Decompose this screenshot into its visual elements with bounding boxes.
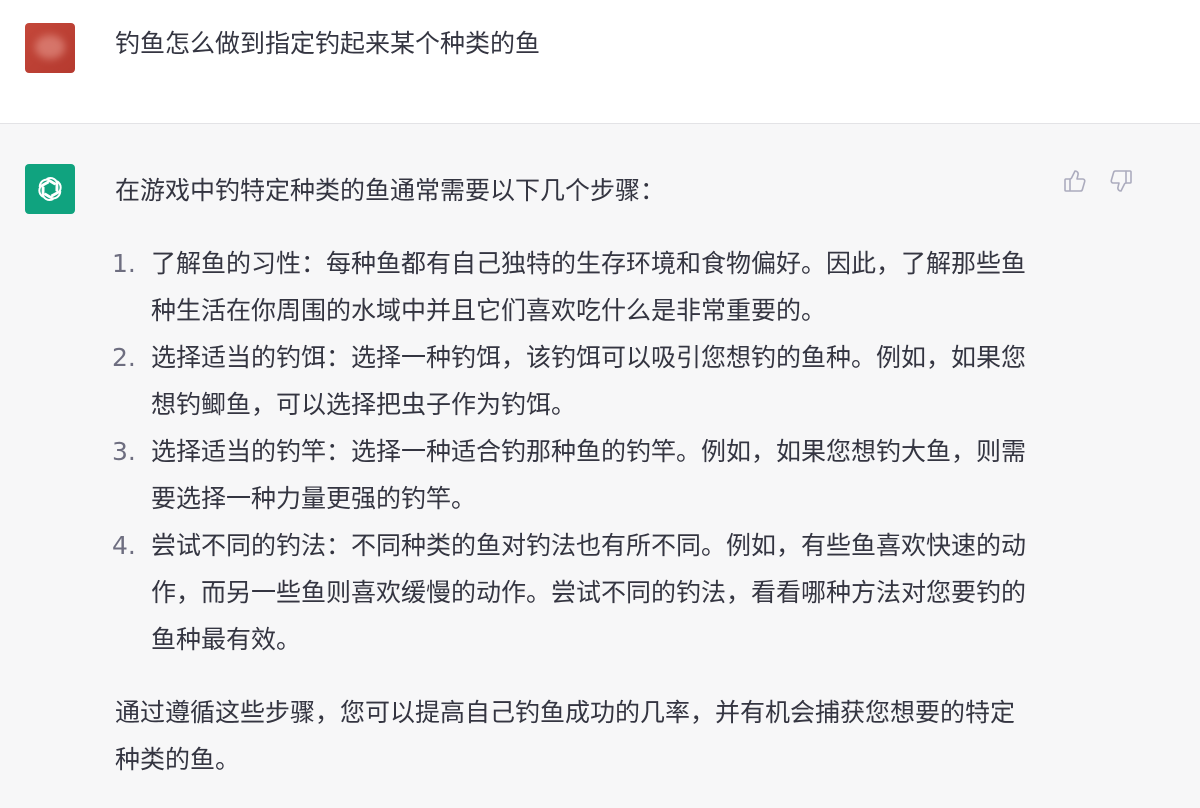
user-message-text: 钓鱼怎么做到指定钓起来某个种类的鱼 [115, 29, 541, 58]
list-item: 1. 了解鱼的习性：每种鱼都有自己独特的生存环境和食物偏好。因此，了解那些鱼种生… [112, 240, 1035, 334]
steps-list: 1. 了解鱼的习性：每种鱼都有自己独特的生存环境和食物偏好。因此，了解那些鱼种生… [112, 240, 1035, 663]
thumbs-down-icon [1110, 170, 1132, 192]
assistant-intro: 在游戏中钓特定种类的鱼通常需要以下几个步骤： [115, 176, 666, 205]
list-item: 2. 选择适当的钓饵：选择一种钓饵，该钓饵可以吸引您想钓的鱼种。例如，如果您想钓… [112, 334, 1035, 428]
user-message-row: 钓鱼怎么做到指定钓起来某个种类的鱼 [0, 0, 1200, 124]
list-item: 3. 选择适当的钓竿：选择一种适合钓那种鱼的钓竿。例如，如果您想钓大鱼，则需要选… [112, 428, 1035, 522]
list-item-text: 选择适当的钓竿：选择一种适合钓那种鱼的钓竿。例如，如果您想钓大鱼，则需要选择一种… [151, 437, 1027, 513]
assistant-message-row: 在游戏中钓特定种类的鱼通常需要以下几个步骤： 1. 了解鱼的习性：每种鱼都有自己… [0, 124, 1200, 808]
list-item-number: 2. [112, 343, 136, 372]
thumbs-up-button[interactable] [1062, 168, 1088, 194]
list-item: 4. 尝试不同的钓法：不同种类的鱼对钓法也有所不同。例如，有些鱼喜欢快速的动作，… [112, 522, 1035, 663]
thumbs-down-button[interactable] [1108, 168, 1134, 194]
list-item-number: 1. [112, 249, 136, 278]
user-avatar [25, 23, 75, 73]
openai-logo-icon [25, 164, 75, 214]
feedback-actions [1062, 168, 1134, 194]
list-item-text: 尝试不同的钓法：不同种类的鱼对钓法也有所不同。例如，有些鱼喜欢快速的动作，而另一… [151, 531, 1027, 654]
list-item-text: 了解鱼的习性：每种鱼都有自己独特的生存环境和食物偏好。因此，了解那些鱼种生活在你… [151, 249, 1027, 325]
assistant-message-content: 在游戏中钓特定种类的鱼通常需要以下几个步骤： 1. 了解鱼的习性：每种鱼都有自己… [112, 167, 1035, 783]
list-item-number: 4. [112, 531, 136, 560]
assistant-conclusion: 通过遵循这些步骤，您可以提高自己钓鱼成功的几率，并有机会捕获您想要的特定种类的鱼… [115, 698, 1016, 774]
list-item-text: 选择适当的钓饵：选择一种钓饵，该钓饵可以吸引您想钓的鱼种。例如，如果您想钓鲫鱼，… [151, 343, 1027, 419]
list-item-number: 3. [112, 437, 136, 466]
thumbs-up-icon [1064, 170, 1086, 192]
